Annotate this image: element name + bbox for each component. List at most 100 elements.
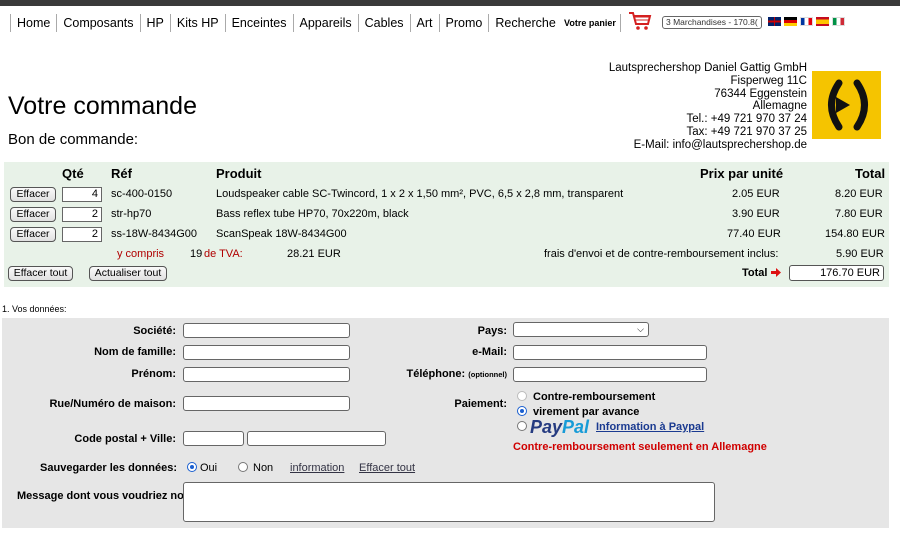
tax-prefix: y compris bbox=[117, 248, 165, 260]
nav-kits-hp[interactable]: Kits HP bbox=[169, 14, 225, 32]
paypal-logo: PayPal bbox=[530, 417, 589, 438]
label-phone-optional: (optionnel) bbox=[468, 370, 507, 379]
flag-italian-icon[interactable] bbox=[832, 17, 845, 26]
last-name-input[interactable] bbox=[183, 345, 350, 360]
phone-input[interactable] bbox=[513, 367, 707, 382]
label-company: Société: bbox=[133, 325, 176, 337]
item-product: Bass reflex tube HP70, 70x220m, black bbox=[216, 208, 409, 220]
payment-cod-label: Contre-remboursement bbox=[533, 391, 656, 403]
address-line: Tax: +49 721 970 37 25 bbox=[686, 125, 807, 138]
first-name-input[interactable] bbox=[183, 367, 350, 382]
postal-code-input[interactable] bbox=[183, 431, 244, 446]
quantity-input[interactable]: 2 bbox=[62, 207, 102, 222]
nav-recherche[interactable]: Recherche bbox=[488, 14, 561, 32]
shipping-amount: 5.90 EUR bbox=[836, 248, 884, 260]
label-last-name: Nom de famille: bbox=[94, 346, 176, 358]
nav-art[interactable]: Art bbox=[409, 14, 439, 32]
top-bar bbox=[0, 0, 900, 6]
label-email: e-Mail: bbox=[472, 346, 507, 358]
paypal-info-link[interactable]: Information à Paypal bbox=[596, 421, 704, 433]
language-flags bbox=[768, 17, 845, 26]
label-phone: Téléphone: (optionnel) bbox=[407, 368, 507, 380]
page-subtitle: Bon de commande: bbox=[8, 131, 139, 148]
clear-form-link[interactable]: Effacer tout bbox=[359, 462, 415, 474]
nav-appareils[interactable]: Appareils bbox=[292, 14, 358, 32]
address-line: Allemagne bbox=[752, 100, 807, 113]
address-line: Fisperweg 11C bbox=[730, 74, 808, 87]
information-link[interactable]: information bbox=[290, 462, 344, 474]
save-no-radio[interactable] bbox=[238, 462, 248, 472]
item-ref: ss-18W-8434G00 bbox=[111, 228, 198, 240]
address-line: E-Mail: info@lautsprechershop.de bbox=[633, 138, 807, 151]
arrow-right-icon bbox=[771, 268, 781, 277]
update-all-button[interactable]: Actualiser tout bbox=[89, 266, 167, 281]
label-street: Rue/Numéro de maison: bbox=[49, 398, 176, 410]
col-header-total: Total bbox=[855, 166, 886, 181]
save-no-label: Non bbox=[253, 462, 274, 474]
quantity-input[interactable]: 2 bbox=[62, 227, 102, 242]
paypal-logo-part: Pay bbox=[530, 417, 563, 437]
city-input[interactable] bbox=[247, 431, 386, 446]
nav-enceintes[interactable]: Enceintes bbox=[224, 14, 293, 32]
main-nav: Home Composants HP Kits HP Enceintes App… bbox=[10, 12, 562, 34]
chevron-down-icon: ⌵ bbox=[637, 324, 644, 334]
item-product: Loudspeaker cable SC-Twincord, 1 x 2 x 1… bbox=[216, 188, 624, 200]
shop-address: Lautsprechershop Daniel Gattig GmbH Fisp… bbox=[609, 62, 807, 152]
clear-all-button[interactable]: Effacer tout bbox=[8, 266, 73, 281]
label-save-data: Sauvegarder les données: bbox=[40, 462, 177, 474]
address-line: 76344 Eggenstein bbox=[714, 87, 807, 100]
grand-total-value: 176.70 EUR bbox=[789, 265, 884, 281]
company-input[interactable] bbox=[183, 323, 350, 338]
cart-summary[interactable]: 3 Marchandises - 170.8( bbox=[662, 16, 762, 29]
nav-composants[interactable]: Composants bbox=[56, 14, 139, 32]
grand-total-label: Total bbox=[742, 267, 768, 279]
page-title: Votre commande bbox=[8, 92, 197, 120]
payment-paypal-radio[interactable] bbox=[517, 421, 527, 431]
tax-rate: 19 bbox=[190, 248, 203, 260]
page: Home Composants HP Kits HP Enceintes App… bbox=[0, 0, 900, 534]
delete-item-button[interactable]: Effacer bbox=[10, 187, 56, 202]
address-line: Tel.: +49 721 970 37 24 bbox=[686, 113, 807, 126]
email-input[interactable] bbox=[513, 345, 707, 360]
nav-divider bbox=[620, 14, 621, 32]
col-header-ref: Réf bbox=[111, 166, 132, 181]
message-textarea[interactable] bbox=[183, 482, 715, 522]
country-select[interactable]: ⌵ bbox=[513, 322, 649, 337]
nav-home[interactable]: Home bbox=[10, 14, 56, 32]
payment-transfer-radio[interactable] bbox=[517, 406, 527, 416]
tax-suffix: de TVA: bbox=[204, 248, 243, 260]
flag-german-icon[interactable] bbox=[784, 17, 797, 26]
payment-cod-radio[interactable] bbox=[517, 391, 527, 401]
flag-french-icon[interactable] bbox=[800, 17, 813, 26]
save-yes-label: Oui bbox=[200, 462, 218, 474]
nav-hp[interactable]: HP bbox=[139, 14, 170, 32]
label-postal-city: Code postal + Ville: bbox=[74, 433, 176, 445]
col-header-product: Produit bbox=[216, 166, 262, 181]
save-yes-radio[interactable] bbox=[187, 462, 197, 472]
label-message: Message dont vous voudriez nous faire pa… bbox=[17, 490, 251, 502]
label-phone-text: Téléphone: bbox=[406, 368, 466, 380]
label-country: Pays: bbox=[477, 325, 507, 337]
flag-english-icon[interactable] bbox=[768, 17, 781, 26]
delete-item-button[interactable]: Effacer bbox=[10, 207, 56, 222]
street-input[interactable] bbox=[183, 396, 350, 411]
tax-amount: 28.21 EUR bbox=[287, 248, 341, 260]
address-line: Lautsprechershop Daniel Gattig GmbH bbox=[608, 62, 807, 74]
delete-item-button[interactable]: Effacer bbox=[10, 227, 56, 242]
item-total: 8.20 EUR bbox=[835, 188, 883, 200]
quantity-input[interactable]: 4 bbox=[62, 187, 102, 202]
item-ref: str-hp70 bbox=[111, 208, 152, 220]
label-first-name: Prénom: bbox=[131, 368, 176, 380]
shopping-cart-icon[interactable] bbox=[628, 11, 652, 31]
nav-cables[interactable]: Cables bbox=[357, 14, 410, 32]
item-unit-price: 3.90 EUR bbox=[732, 208, 780, 220]
cod-warning: Contre-remboursement seulement en Allema… bbox=[513, 441, 767, 453]
col-header-qty: Qté bbox=[62, 166, 84, 181]
shop-logo-icon bbox=[812, 71, 881, 139]
nav-promo[interactable]: Promo bbox=[438, 14, 489, 32]
item-product: ScanSpeak 18W-8434G00 bbox=[216, 228, 347, 240]
section-label: 1. Vos données: bbox=[2, 304, 67, 314]
flag-spanish-icon[interactable] bbox=[816, 17, 829, 26]
cart-label[interactable]: Votre panier bbox=[564, 18, 616, 28]
item-total: 154.80 EUR bbox=[825, 228, 885, 240]
